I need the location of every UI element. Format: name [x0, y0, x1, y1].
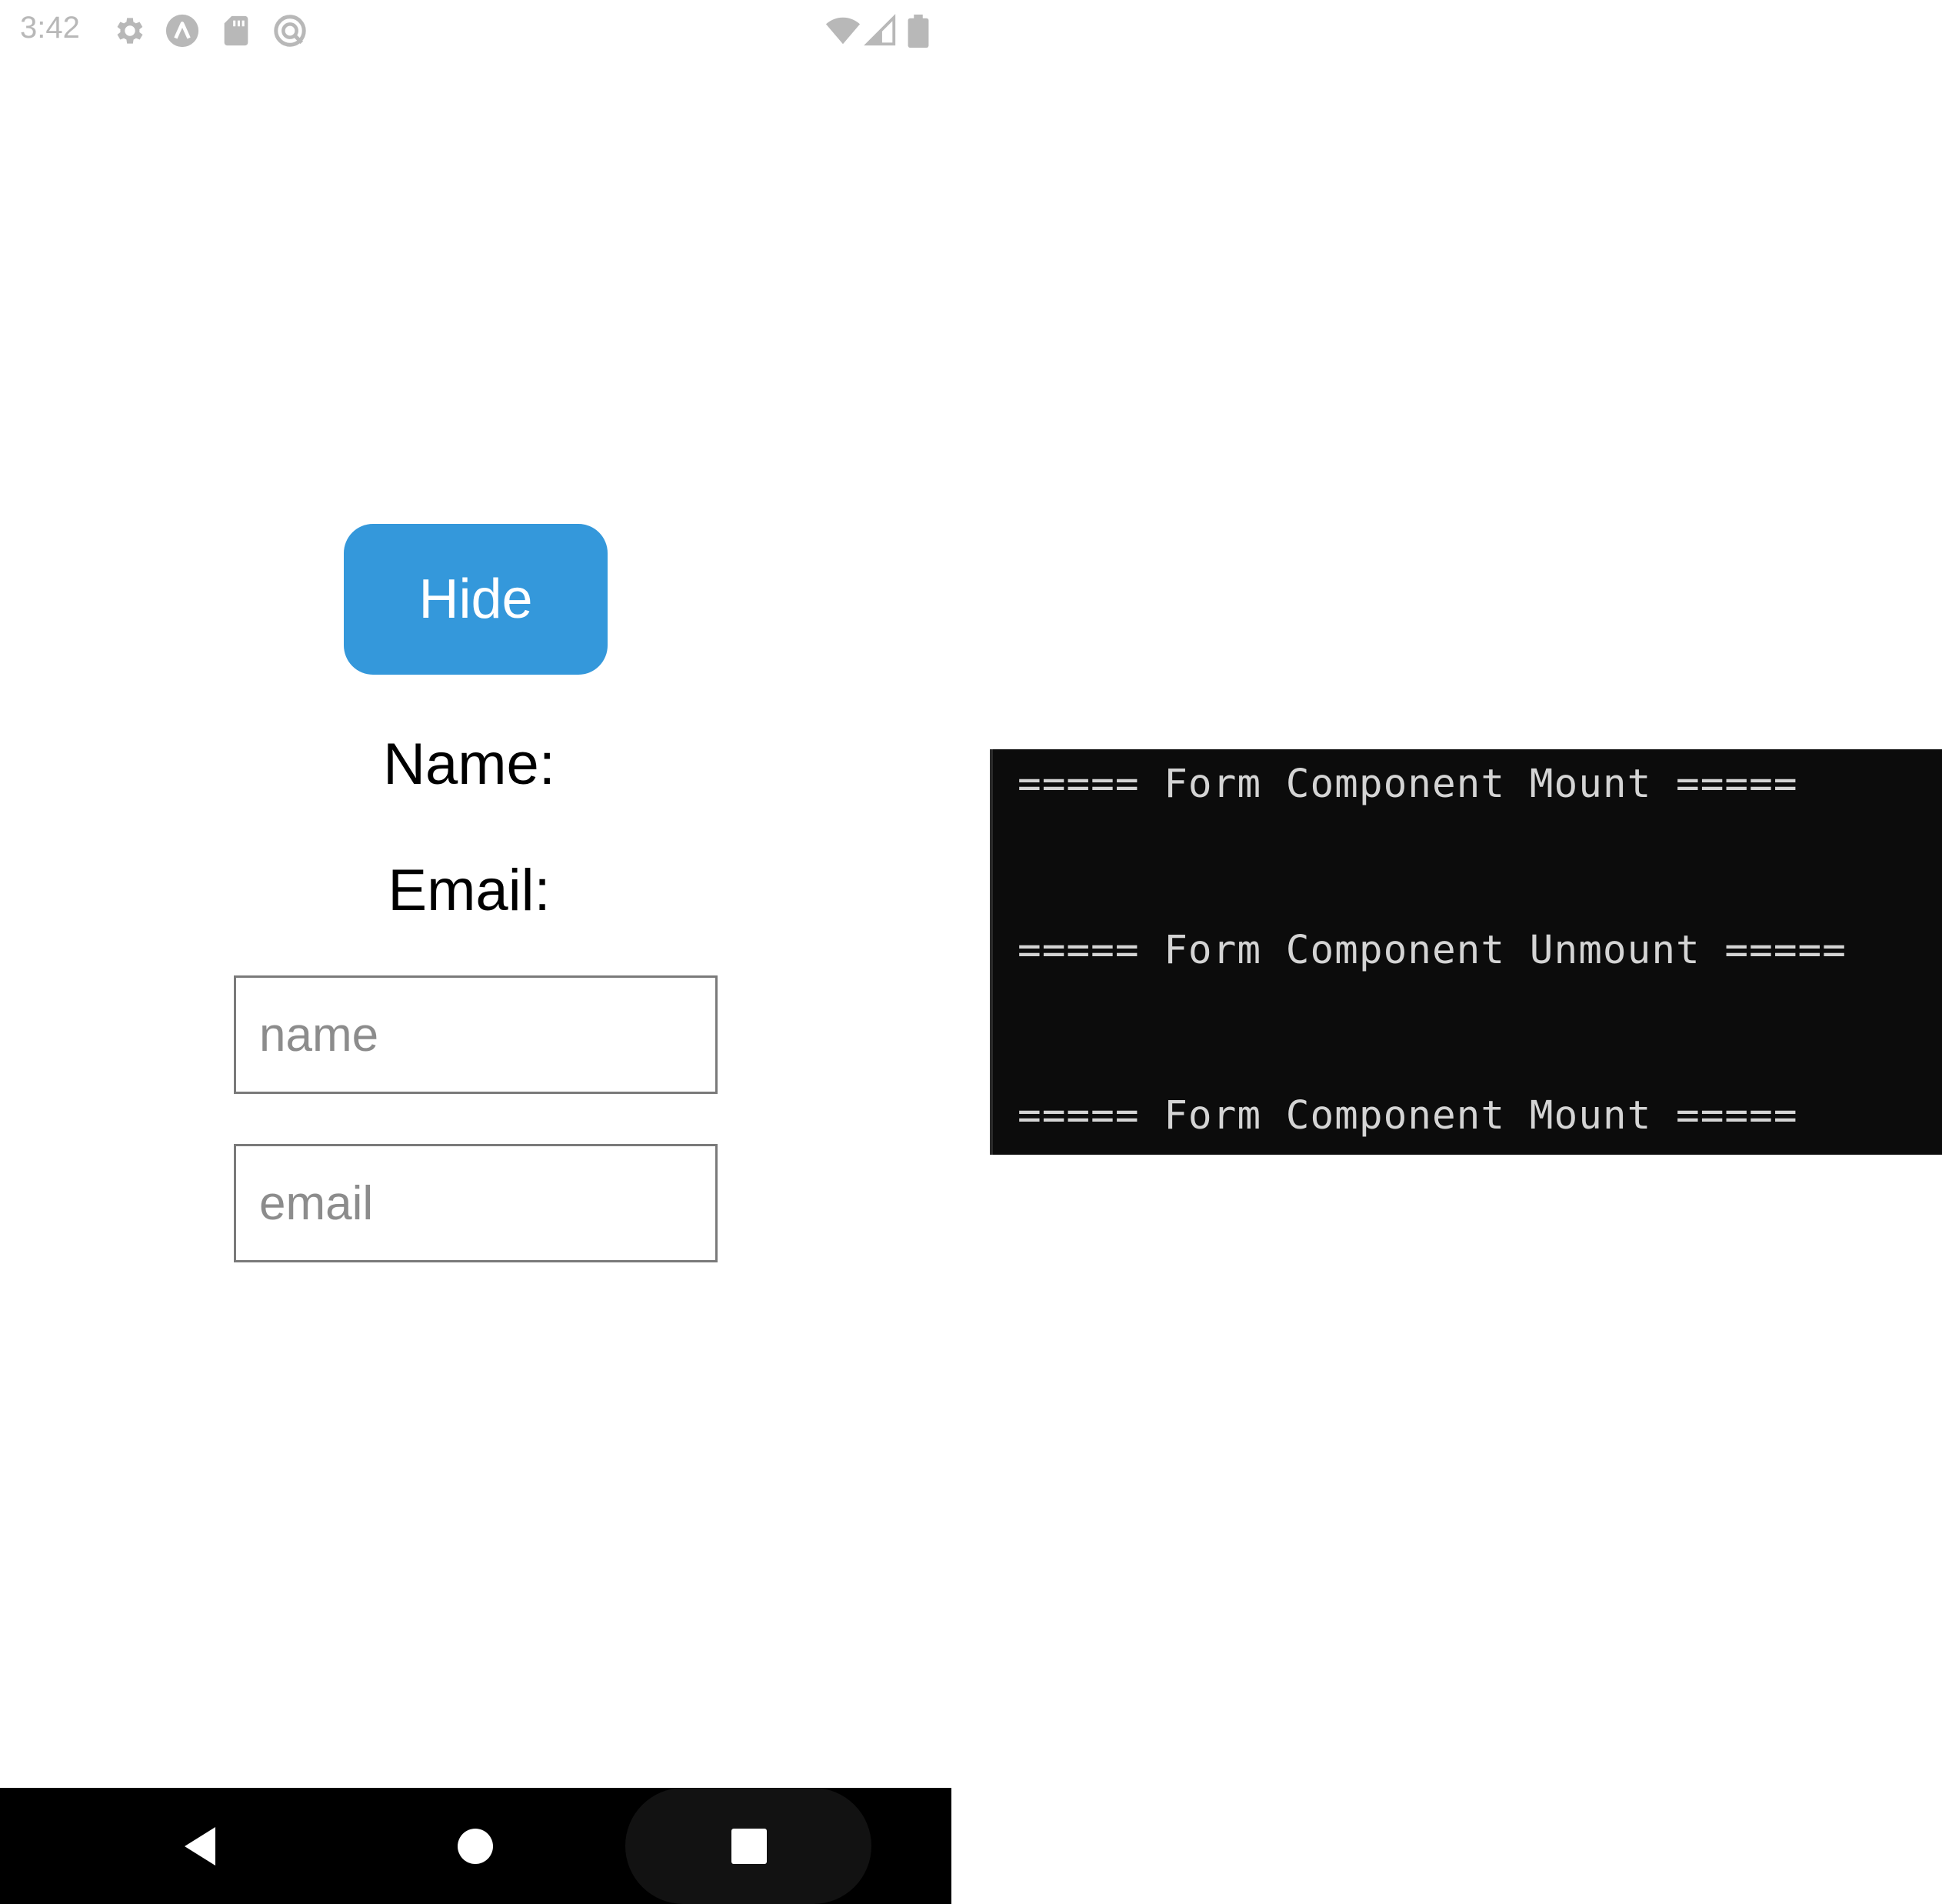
phone-screen: 3:42 Hide Name: Email: [0, 0, 951, 1904]
recents-icon [731, 1828, 768, 1865]
back-button[interactable] [169, 1819, 231, 1874]
battery-icon [904, 13, 932, 48]
gear-icon [112, 13, 148, 48]
status-bar: 3:42 [0, 0, 951, 62]
log-line: ===== Form Component Mount ===== [1018, 1093, 1798, 1139]
status-time: 3:42 [20, 11, 80, 45]
sd-card-icon [218, 13, 254, 48]
wifi-icon [825, 13, 861, 48]
email-input[interactable] [234, 1144, 718, 1262]
terminal-log: ===== Form Component Mount ===== ===== F… [990, 749, 1942, 1155]
recents-button[interactable] [718, 1819, 780, 1874]
back-icon [182, 1826, 218, 1867]
name-label: Name: [383, 732, 555, 797]
react-native-icon [165, 13, 200, 48]
home-button[interactable] [445, 1819, 506, 1874]
log-line: ===== Form Component Unmount ===== [1018, 928, 1847, 973]
hide-button[interactable]: Hide [344, 524, 608, 675]
home-icon [457, 1828, 494, 1865]
email-label: Email: [388, 858, 551, 923]
sync-icon [272, 13, 308, 48]
name-input[interactable] [234, 975, 718, 1094]
cellular-signal-icon [863, 13, 898, 48]
log-line: ===== Form Component Mount ===== [1018, 762, 1798, 807]
